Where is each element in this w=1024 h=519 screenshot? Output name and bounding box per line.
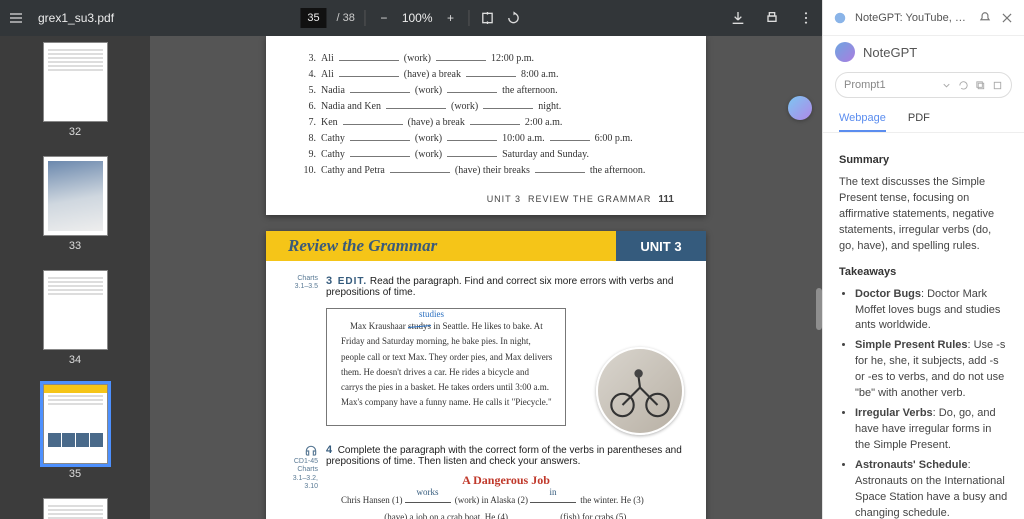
notegpt-float-icon[interactable] xyxy=(788,96,812,120)
ext-name: NoteGPT: YouTube, PDF, Web Summ… xyxy=(855,12,970,24)
section-title: Review the Grammar xyxy=(266,231,616,261)
refresh-icon[interactable] xyxy=(958,80,969,91)
summary-heading: Summary xyxy=(839,153,1008,169)
notegpt-panel: NoteGPT: YouTube, PDF, Web Summ… NoteGPT… xyxy=(822,0,1024,519)
page-total: / 38 xyxy=(336,12,354,24)
zoom-out-icon[interactable]: − xyxy=(376,10,392,26)
summary-panel[interactable]: Summary The text discusses the Simple Pr… xyxy=(823,133,1024,519)
brand-name: NoteGPT xyxy=(863,45,917,60)
exercise-line: 8. Cathy (work) 10:00 a.m. 6:00 p.m. xyxy=(298,132,674,144)
edit-paragraph: studies Max Kraushaar studys in Seattle.… xyxy=(326,308,566,426)
thumb-34[interactable]: 34 xyxy=(43,270,108,366)
rotate-icon[interactable] xyxy=(506,10,522,26)
takeaways-heading: Takeaways xyxy=(839,265,1008,281)
ex4-paragraph: Chris Hansen (1)works (work) in Alaska (… xyxy=(332,492,686,519)
tab-webpage[interactable]: Webpage xyxy=(839,106,886,132)
page-area[interactable]: 3. Ali (work) 12:00 p.m. 4. Ali (have) a … xyxy=(150,36,822,519)
pdf-page-35: Review the Grammar UNIT 3 Charts3.1–3.5 … xyxy=(266,231,706,519)
thumb-33[interactable]: 33 xyxy=(43,156,108,252)
exercise-line: 10. Cathy and Petra (have) their breaks … xyxy=(298,164,674,176)
scrollbar-thumb[interactable] xyxy=(816,288,822,330)
thumb-36[interactable]: 36 xyxy=(43,498,108,519)
thumbnail-sidebar[interactable]: 32 33 34 35 36 xyxy=(0,36,150,519)
print-icon[interactable] xyxy=(764,10,780,26)
tab-pdf[interactable]: PDF xyxy=(908,106,930,132)
close-icon[interactable] xyxy=(1000,11,1014,25)
ext-logo-icon xyxy=(833,11,847,25)
copy-icon[interactable] xyxy=(975,80,986,91)
chevron-down-icon[interactable] xyxy=(941,80,952,91)
exercise-line: 7. Ken (have) a break 2:00 a.m. xyxy=(298,116,674,128)
zoom-level: 100% xyxy=(402,11,433,25)
filename: grex1_su3.pdf xyxy=(38,11,114,25)
story-title: A Dangerous Job xyxy=(326,473,686,488)
fit-page-icon[interactable] xyxy=(480,10,496,26)
bell-icon[interactable] xyxy=(978,11,992,25)
takeaway-item: Astronauts' Schedule: Astronauts on the … xyxy=(855,458,1008,519)
brand-icon xyxy=(835,42,855,62)
thumb-35[interactable]: 35 xyxy=(43,384,108,480)
takeaway-item: Irregular Verbs: Do, go, and have have i… xyxy=(855,406,1008,454)
exercise-line: 4. Ali (have) a break 8:00 a.m. xyxy=(298,68,674,80)
more-icon[interactable] xyxy=(798,10,814,26)
prompt-select[interactable]: Prompt1 xyxy=(835,72,1012,98)
thumb-32[interactable]: 32 xyxy=(43,42,108,138)
takeaway-item: Doctor Bugs: Doctor Mark Moffet loves bu… xyxy=(855,287,1008,335)
summary-body: The text discusses the Simple Present te… xyxy=(839,175,1008,255)
unit-badge: UNIT 3 xyxy=(616,231,706,261)
exercise-line: 3. Ali (work) 12:00 p.m. xyxy=(298,52,674,64)
pdf-toolbar: grex1_su3.pdf / 38 − 100% + xyxy=(0,0,822,36)
exercise-line: 9. Cathy (work) Saturday and Sunday. xyxy=(298,148,674,160)
exercise-line: 6. Nadia and Ken (work) night. xyxy=(298,100,674,112)
takeaway-item: Simple Present Rules: Use -s for he, she… xyxy=(855,338,1008,402)
page-footer: UNIT 3 REVIEW THE GRAMMAR 111 xyxy=(298,194,674,205)
menu-icon[interactable] xyxy=(8,10,24,26)
download-icon[interactable] xyxy=(730,10,746,26)
pdf-page-34btm: 3. Ali (work) 12:00 p.m. 4. Ali (have) a … xyxy=(266,36,706,215)
cyclist-image xyxy=(596,347,684,435)
exercise-line: 5. Nadia (work) the afternoon. xyxy=(298,84,674,96)
export-icon[interactable] xyxy=(992,80,1003,91)
page-input[interactable] xyxy=(300,8,326,28)
zoom-in-icon[interactable]: + xyxy=(443,10,459,26)
